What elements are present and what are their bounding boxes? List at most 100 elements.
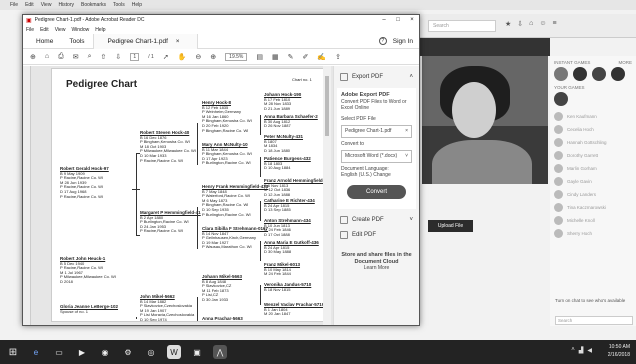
language-change-link[interactable]: English (U.S.) Change [341,172,412,179]
browser-menu-item[interactable]: History [58,2,74,8]
zoom-out-icon[interactable]: ⊖ [195,53,201,61]
arrow-up-icon[interactable]: ˄ [571,347,575,354]
game-icon[interactable] [592,67,606,81]
create-pdf-icon [340,216,348,224]
pedigree-person: Anton Strehmann-434 B 10 Jun 1813 M 24 Fe… [264,218,311,237]
zoom-in-icon[interactable]: ⊕ [210,53,216,61]
network-icon[interactable]: ▟ [579,347,584,354]
browser-menu-item[interactable]: Help [132,2,142,8]
game-icon[interactable] [611,67,625,81]
upload-file-button[interactable]: Upload File [428,220,473,232]
highlight-icon[interactable]: ✐ [302,53,308,61]
settings-icon[interactable]: ⚙ [121,345,135,359]
chevron-up-icon[interactable]: ˄ [409,74,413,80]
close-tab-icon[interactable]: × [176,38,180,45]
comment-icon[interactable]: ✎ [288,53,294,61]
browser-menu-item[interactable]: Edit [25,2,34,8]
friend-item[interactable]: Dorothy Garrett [550,149,636,162]
home-icon[interactable]: ⌂ [529,20,533,28]
download-icon[interactable]: ⇩ [517,20,523,28]
export-pdf-tool[interactable]: Export PDF ˄ [334,66,419,88]
create-icon[interactable]: ⊕ [30,53,36,61]
close-button[interactable]: × [405,17,419,23]
friend-item[interactable]: Cindy Landers [550,188,636,201]
friend-item[interactable]: Sherry Hoch [550,227,636,240]
minimize-button[interactable]: – [377,17,391,23]
page-up-icon[interactable]: ⇧ [101,53,107,61]
acrobat-menu-item[interactable]: Help [95,27,105,33]
clock[interactable]: 10:50 AM 2/16/2018 [608,343,630,359]
person-details: B 1807 M 1834 D 18 Jun 1880 [264,138,291,153]
acrobat-icon[interactable]: ⋀ [213,345,227,359]
chevron-down-icon[interactable]: ˅ [409,217,413,223]
pedigree-person: Henry Frank Hemmingfield-433 B 7 May 1848… [202,184,268,217]
pedigree-person: Margaret P Hemmingfield-41 B 2 Apr 1880 P… [140,210,201,234]
bookmark-icon[interactable]: ★ [505,20,511,28]
ie-icon[interactable]: e [29,345,43,359]
friend-item[interactable]: Cecelia Hoch [550,123,636,136]
page-number-input[interactable]: 1 [130,52,140,61]
learn-more-link[interactable]: Learn More [364,265,390,271]
friend-item[interactable]: Marlin Gorham [550,162,636,175]
share-icon[interactable]: ⇪ [335,53,341,61]
tree-connector [136,317,137,319]
print-icon[interactable]: ⎙ [58,53,64,61]
edit-pdf-tool[interactable]: Edit PDF [334,231,419,246]
scroll-mode-icon[interactable]: ▦ [272,53,279,61]
acrobat-menu-item[interactable]: Window [71,27,89,33]
create-pdf-tool[interactable]: Create PDF ˅ [334,209,419,231]
save-icon[interactable]: ⌂ [45,53,49,60]
browser-search-input[interactable]: Search [428,20,496,32]
sign-in-button[interactable]: Sign In [393,38,413,45]
friend-item[interactable]: Hannah Gottschling [550,136,636,149]
email-icon[interactable]: ✉ [73,53,79,61]
acrobat-menu-item[interactable]: File [26,27,34,33]
friend-item[interactable]: Tina Kaczmarowski [550,201,636,214]
file-explorer-icon[interactable]: ▭ [52,345,66,359]
search-icon[interactable]: ⌕ [88,53,92,61]
tab-tools[interactable]: Tools [61,38,92,45]
word-icon[interactable]: W [167,345,181,359]
acrobat-menu-item[interactable]: View [55,27,66,33]
acrobat-menu-item[interactable]: Edit [40,27,49,33]
browser-menu-item[interactable]: Bookmarks [81,2,106,8]
browser-menu-item[interactable]: View [41,2,52,8]
friend-item[interactable]: Ken Kaufmann [550,110,636,123]
zoom-select[interactable]: 19.5% [225,52,248,61]
firefox-icon[interactable]: ◉ [98,345,112,359]
clear-icon[interactable]: × [405,128,408,135]
game-icon[interactable] [554,67,568,81]
tab-document[interactable]: Pedigree Chart-1.pdf × [92,33,199,49]
sign-icon[interactable]: ✍ [317,53,326,61]
tab-home[interactable]: Home [28,38,61,45]
chrome-icon[interactable]: ◎ [144,345,158,359]
left-panel-toggle[interactable] [23,66,31,325]
menu-icon[interactable]: ≡ [553,20,557,28]
media-player-icon[interactable]: ▶ [75,345,89,359]
page-title: Pedigree Chart [66,79,138,90]
browser-menu-item[interactable]: Tools [113,2,125,8]
selected-file-field[interactable]: Pedigree Chart-1.pdf × [341,125,412,138]
maximize-button[interactable]: □ [391,17,405,23]
start-icon[interactable]: ⊞ [6,345,20,359]
chat-icon[interactable]: ☺ [539,20,546,28]
document-scrollbar[interactable] [323,66,331,325]
hand-tool-icon[interactable]: ✋ [178,53,187,61]
convert-button[interactable]: Convert [347,184,406,199]
page-down-icon[interactable]: ⇩ [115,53,121,61]
explorer-icon[interactable]: ▣ [190,345,204,359]
help-icon[interactable]: ? [378,37,387,45]
chat-search-input[interactable]: Search [555,316,633,325]
volume-icon[interactable]: ◀ [587,347,592,354]
friend-item[interactable]: Michelle Knoll [550,214,636,227]
friend-item[interactable]: Gayle Gavin [550,175,636,188]
pedigree-person: Wenzel Vaclav Prachar-5719 B 1 Jan 1804 M… [264,302,324,317]
game-icon[interactable] [554,92,568,106]
chat-status-text[interactable]: Turn on chat to see who's available [555,298,633,310]
fit-page-icon[interactable]: ▤ [256,53,263,61]
browser-menu-item[interactable]: File [10,2,18,8]
format-dropdown[interactable]: Microsoft Word (*.docx) ˅ [341,150,412,163]
profile-photo[interactable] [422,56,548,184]
game-icon[interactable] [573,67,587,81]
select-tool-icon[interactable]: ➚ [163,53,169,61]
